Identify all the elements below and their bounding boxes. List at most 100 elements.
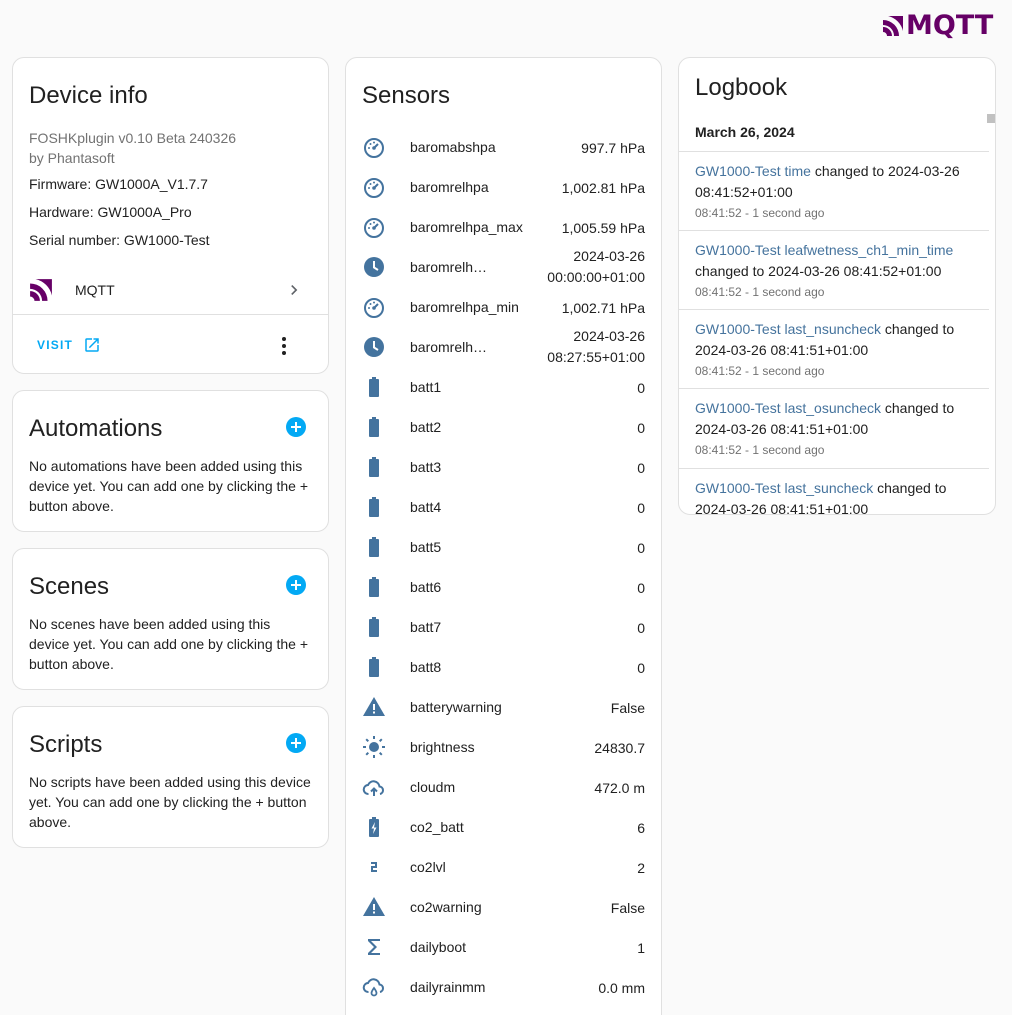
logbook-entry[interactable]: GW1000-Test last_osuncheck changed to 20… (679, 388, 989, 459)
sensor-name: batt1 (410, 379, 442, 395)
add-scene-button[interactable] (286, 575, 306, 595)
sensor-row[interactable]: batt1 0 (346, 367, 661, 407)
rain-icon (362, 978, 384, 997)
logbook-scrollbar[interactable] (987, 114, 995, 123)
sensor-name: baromrelhpa_min (410, 299, 519, 315)
add-script-button[interactable] (286, 733, 306, 753)
plus-icon (291, 738, 301, 748)
sensor-value: 2024-03-26 08:27:55+01:00 (547, 328, 645, 365)
sensor-value: 1,002.81 hPa (561, 180, 645, 196)
sensor-row[interactable]: baromrelhpa 1,002.81 hPa (346, 167, 661, 207)
sensor-row[interactable]: co2lvl 2 (346, 847, 661, 887)
battery-charging-icon (369, 817, 379, 837)
sensor-name: baromrelhpa_max_time (410, 259, 490, 275)
scenes-title: Scenes (29, 573, 110, 600)
sensor-name: batt7 (410, 619, 442, 635)
logbook-entry[interactable]: GW1000-Test last_nsuncheck changed to 20… (679, 309, 989, 380)
battery-icon (369, 497, 379, 517)
battery-icon (369, 617, 379, 637)
battery-icon (369, 417, 379, 437)
sensor-value: 0 (637, 660, 645, 676)
logbook-entry[interactable]: GW1000-Test leafwetness_ch1_min_time cha… (679, 230, 989, 301)
visit-label: VISIT (37, 338, 74, 352)
logbook-card: Logbook March 26, 2024 GW1000-Test time … (678, 57, 996, 515)
sensor-row[interactable]: batterywarning False (346, 687, 661, 727)
sensor-name: brightness (410, 739, 475, 755)
visit-button[interactable]: VISIT (37, 336, 101, 354)
chevron-right-icon (291, 285, 298, 295)
sensor-row[interactable]: batt2 0 (346, 407, 661, 447)
sensor-row[interactable]: dailyrainmm 0.0 mm (346, 967, 661, 1007)
sensor-name: batt6 (410, 579, 442, 595)
add-automation-button[interactable] (286, 417, 306, 437)
sensor-value: 2024-03-26 00:00:00+01:00 (547, 248, 645, 285)
logbook-entity-link[interactable]: GW1000-Test last_suncheck (695, 480, 873, 496)
sensor-name: baromrelhpa_max (410, 219, 523, 235)
sensor-row[interactable]: baromrelhpa_max_time 2024-03-2600:00:00+0… (346, 247, 661, 287)
sensor-value: 0 (637, 380, 645, 396)
sensor-row[interactable]: baromrelhpa_min 1,002.71 hPa (346, 287, 661, 327)
logbook-entity-link[interactable]: GW1000-Test leafwetness_ch1_min_time (695, 242, 953, 258)
gauge-icon (364, 138, 384, 158)
battery-icon (369, 657, 379, 677)
logbook-entry-message: GW1000-Test last_nsuncheck changed to 20… (695, 319, 973, 361)
sensor-row[interactable]: baromrelhpa_min_time 2024-03-2608:27:55+0… (346, 327, 661, 367)
logbook-entity-link[interactable]: GW1000-Test last_osuncheck (695, 400, 881, 416)
sensor-row[interactable]: batt6 0 (346, 567, 661, 607)
device-model: FOSHKplugin v0.10 Beta 240326 by Phantas… (29, 128, 236, 168)
brightness-icon (363, 736, 385, 758)
sensor-row[interactable]: baromrelhpa_max 1,005.59 hPa (346, 207, 661, 247)
more-options-icon[interactable] (272, 334, 296, 358)
sensor-row[interactable]: batt5 0 (346, 527, 661, 567)
sensor-row[interactable]: batt8 0 (346, 647, 661, 687)
sigma-icon (368, 939, 380, 955)
battery-icon (369, 377, 379, 397)
logbook-entry-message: GW1000-Test last_osuncheck changed to 20… (695, 398, 973, 440)
sensor-name: baromabshpa (410, 139, 496, 155)
cloud-upload-icon (362, 780, 384, 796)
plus-icon (291, 422, 301, 432)
battery-icon (369, 577, 379, 597)
sensor-value: False (610, 900, 645, 916)
sensor-row[interactable]: dailyboot 1 (346, 927, 661, 967)
logbook-entry-time: 08:41:52 - 1 second ago (695, 285, 825, 299)
logbook-entry-text: changed to 2024-03-26 08:41:52+01:00 (695, 263, 942, 279)
automations-card: Automations No automations have been add… (12, 390, 329, 532)
integration-link-mqtt[interactable]: MQTT (13, 268, 328, 312)
logbook-entity-link[interactable]: GW1000-Test last_nsuncheck (695, 321, 881, 337)
sensor-name: batt5 (410, 539, 442, 555)
device-manufacturer: by Phantasoft (29, 150, 115, 166)
divider (13, 314, 328, 315)
clock-icon (364, 337, 384, 357)
logbook-entry-message: GW1000-Test leafwetness_ch1_min_time cha… (695, 240, 973, 282)
logbook-date: March 26, 2024 (695, 124, 795, 140)
device-info-title: Device info (29, 82, 148, 109)
sensor-name: baromrelhpa (410, 179, 489, 195)
gauge-icon (364, 298, 384, 318)
sensor-row[interactable]: baromabshpa 997.7 hPa (346, 127, 661, 167)
sensor-row[interactable]: co2warning False (346, 887, 661, 927)
sensor-name: baromrelhpa_min_time (410, 339, 490, 355)
firmware-info: Firmware: GW1000A_V1.7.7 (29, 176, 208, 192)
logbook-entry[interactable]: GW1000-Test time changed to 2024-03-26 0… (679, 151, 989, 222)
mqtt-icon (30, 279, 52, 301)
sensors-title: Sensors (362, 82, 451, 109)
logbook-entry-time: 08:41:52 - 1 second ago (695, 206, 825, 220)
sensor-row[interactable]: batt3 0 (346, 447, 661, 487)
sensor-value: 472.0 m (594, 780, 645, 796)
sensor-value: False (610, 700, 645, 716)
sensor-row[interactable]: brightness 24830.7 (346, 727, 661, 767)
sensors-card: Sensors baromabshpa 997.7 hPa baromrelhpa 1… (345, 57, 662, 1015)
integration-label: MQTT (75, 282, 115, 298)
scripts-card: Scripts No scripts have been added using… (12, 706, 329, 848)
sensor-row[interactable]: batt7 0 (346, 607, 661, 647)
sensor-row[interactable]: batt4 0 (346, 487, 661, 527)
sensor-row[interactable]: cloudm 472.0 m (346, 767, 661, 807)
logbook-entry[interactable]: GW1000-Test last_suncheck changed to 202… (679, 468, 989, 514)
alert-icon (363, 897, 385, 916)
logbook-entity-link[interactable]: GW1000-Test time (695, 163, 811, 179)
sensor-name: dailyrainmm (410, 979, 486, 995)
automations-title: Automations (29, 415, 163, 442)
sensor-row[interactable]: co2_batt 6 (346, 807, 661, 847)
sensor-value: 2 (637, 860, 645, 876)
